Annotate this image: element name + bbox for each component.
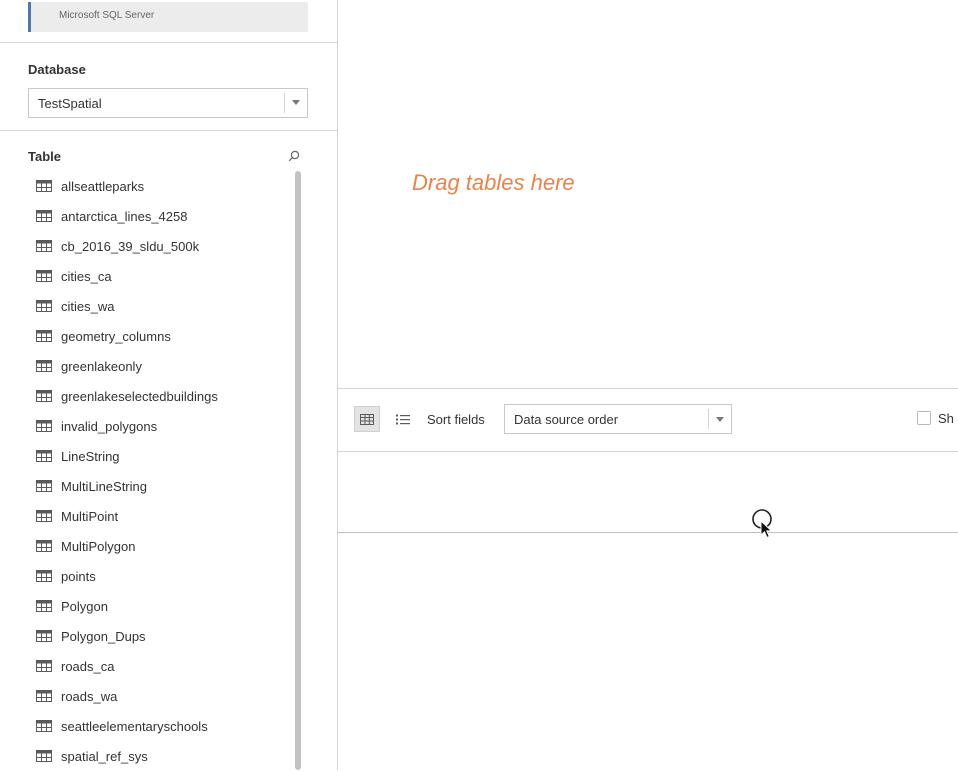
table-list-item-label: roads_wa: [61, 688, 118, 704]
database-select[interactable]: TestSpatial: [28, 88, 308, 118]
table-list-scrollbar[interactable]: [295, 171, 301, 770]
table-list-item[interactable]: invalid_polygons: [36, 411, 291, 441]
table-list-item[interactable]: greenlakeselectedbuildings: [36, 381, 291, 411]
table-list-item-label: seattleelementaryschools: [61, 718, 208, 734]
table-grid-icon: [36, 540, 52, 552]
table-list-item-label: Polygon: [61, 598, 108, 614]
table-grid-icon: [36, 570, 52, 582]
table-list-item[interactable]: LineString: [36, 441, 291, 471]
table-grid-icon: [36, 300, 52, 312]
sort-fields-select[interactable]: Data source order: [504, 404, 732, 434]
table-list-item-label: antarctica_lines_4258: [61, 208, 188, 224]
table-list-item-label: allseattleparks: [61, 178, 145, 194]
table-list-item[interactable]: roads_wa: [36, 681, 291, 711]
data-grid-toolbar: Sort fields Data source order Sh: [338, 388, 958, 452]
table-grid-icon: [36, 690, 52, 702]
list-view-button[interactable]: [390, 406, 416, 432]
data-grid-body: [338, 533, 958, 770]
table-list-item-label: greenlakeselectedbuildings: [61, 388, 218, 404]
table-list-item-label: MultiLineString: [61, 478, 147, 494]
table-grid-icon: [36, 630, 52, 642]
table-list-item-label: cities_wa: [61, 298, 115, 314]
select-divider: [284, 93, 285, 113]
grid-view-button[interactable]: [354, 406, 380, 432]
table-list-item[interactable]: Polygon: [36, 591, 291, 621]
table-grid-icon: [36, 480, 52, 492]
table-grid-icon: [36, 720, 52, 732]
table-grid-icon: [36, 600, 52, 612]
table-list-item[interactable]: spatial_ref_sys: [36, 741, 291, 771]
table-list: allseattleparks antarctica_lines_4258 cb_2…: [36, 171, 291, 771]
database-select-value: TestSpatial: [38, 96, 102, 111]
table-list-item-label: points: [61, 568, 96, 584]
table-list-item-label: invalid_polygons: [61, 418, 158, 434]
table-grid-icon: [36, 750, 52, 762]
table-list-item-label: MultiPolygon: [61, 538, 136, 554]
table-list-item[interactable]: cities_ca: [36, 261, 291, 291]
drag-tables-hint: Drag tables here: [412, 170, 575, 195]
table-list-item-label: Polygon_Dups: [61, 628, 146, 644]
table-list-item-label: cities_ca: [61, 268, 112, 284]
chevron-down-icon: [716, 417, 724, 422]
show-checkbox[interactable]: [917, 411, 931, 425]
database-heading: Database: [28, 62, 86, 77]
left-sidebar: Microsoft SQL Server Database TestSpatia…: [0, 0, 338, 770]
select-divider: [708, 409, 709, 429]
table-list-item[interactable]: points: [36, 561, 291, 591]
table-list-item-label: spatial_ref_sys: [61, 748, 148, 764]
table-list-item-label: geometry_columns: [61, 328, 171, 344]
table-grid-icon: [36, 450, 52, 462]
sort-fields-value: Data source order: [514, 412, 619, 427]
mouse-pointer-icon: [752, 509, 773, 539]
table-list-item[interactable]: antarctica_lines_4258: [36, 201, 291, 231]
table-grid-icon: [36, 180, 52, 192]
table-list-item[interactable]: roads_ca: [36, 651, 291, 681]
divider: [0, 42, 337, 43]
connection-item[interactable]: Microsoft SQL Server: [28, 2, 308, 32]
table-list-item[interactable]: allseattleparks: [36, 171, 291, 201]
table-grid-icon: [36, 660, 52, 672]
table-list-item-label: MultiPoint: [61, 508, 119, 524]
show-label: Sh: [938, 411, 954, 426]
table-grid-icon: [36, 210, 52, 222]
table-list-item[interactable]: cb_2016_39_sldu_500k: [36, 231, 291, 261]
table-list-item[interactable]: MultiPoint: [36, 501, 291, 531]
table-list-item[interactable]: geometry_columns: [36, 321, 291, 351]
divider: [0, 130, 337, 131]
sort-fields-label: Sort fields: [427, 412, 485, 427]
table-grid-icon: [36, 330, 52, 342]
table-list-item-label: cb_2016_39_sldu_500k: [61, 238, 200, 254]
table-list-item[interactable]: cities_wa: [36, 291, 291, 321]
search-icon[interactable]: [288, 150, 300, 162]
table-grid-icon: [36, 420, 52, 432]
table-grid-icon: [36, 270, 52, 282]
connection-label: Microsoft SQL Server: [59, 10, 155, 21]
table-grid-icon: [36, 390, 52, 402]
table-grid-icon: [36, 240, 52, 252]
data-grid-header: [338, 452, 958, 533]
table-list-item[interactable]: MultiLineString: [36, 471, 291, 501]
chevron-down-icon: [292, 100, 300, 105]
table-list-item[interactable]: seattleelementaryschools: [36, 711, 291, 741]
table-list-item-label: greenlakeonly: [61, 358, 142, 374]
table-grid-icon: [36, 510, 52, 522]
grid-view-icon: [360, 413, 374, 425]
table-list-item[interactable]: Polygon_Dups: [36, 621, 291, 651]
table-list-item-label: roads_ca: [61, 658, 115, 674]
list-view-icon: [396, 414, 410, 424]
table-list-item-label: LineString: [61, 448, 120, 464]
table-list-item[interactable]: MultiPolygon: [36, 531, 291, 561]
table-grid-icon: [36, 360, 52, 372]
table-heading: Table: [28, 149, 61, 164]
table-list-item[interactable]: greenlakeonly: [36, 351, 291, 381]
